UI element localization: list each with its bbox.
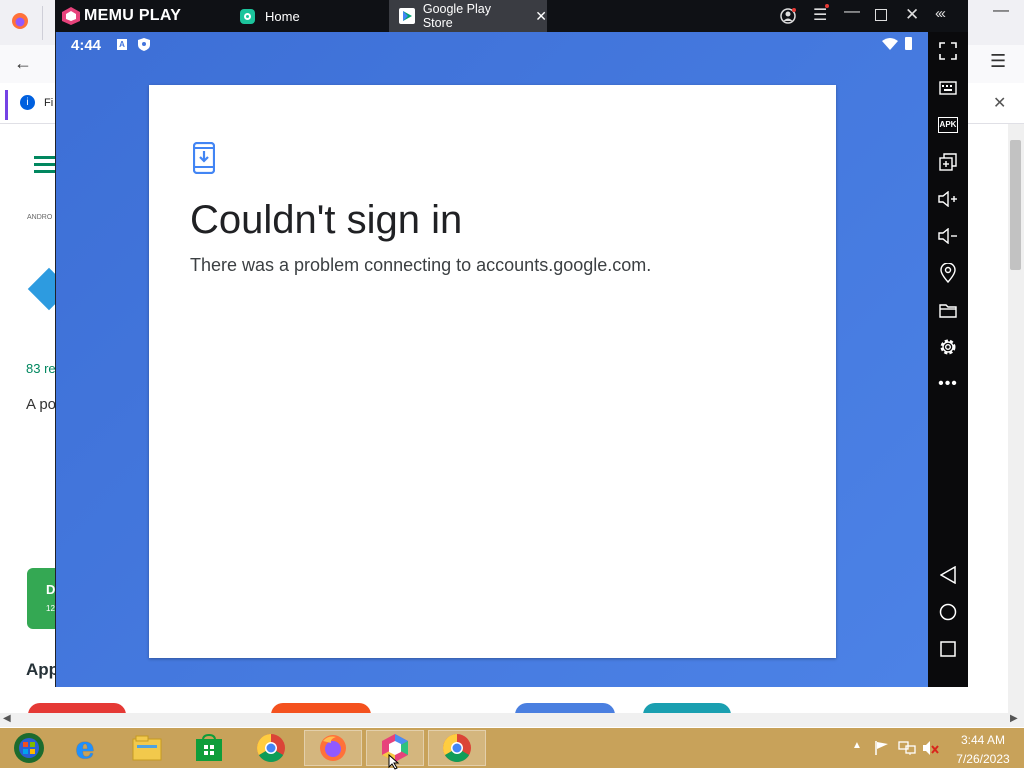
location-icon[interactable] [936, 261, 960, 285]
browser-minimize-button[interactable]: — [993, 2, 1009, 20]
notification-close-icon[interactable]: ✕ [993, 93, 1006, 113]
folder-icon[interactable] [936, 298, 960, 322]
notification-text: Fi [44, 97, 54, 109]
android-status-bar: 4:44 A [56, 32, 928, 58]
status-time: 4:44 [71, 37, 102, 54]
recents-icon[interactable] [936, 637, 960, 661]
maximize-icon[interactable] [875, 9, 887, 21]
volume-down-icon[interactable] [936, 224, 960, 248]
windows-start-icon[interactable] [0, 730, 58, 766]
memu-logo-icon [62, 7, 80, 25]
firefox-tab-icon [12, 13, 28, 29]
more-icon[interactable]: ••• [936, 372, 960, 396]
shield-icon [138, 38, 150, 51]
chrome-icon[interactable] [428, 730, 486, 766]
menu-icon[interactable]: ☰ [813, 5, 827, 25]
action-center-flag-icon[interactable] [874, 740, 890, 756]
browser-menu-icon[interactable]: ☰ [990, 51, 1006, 72]
windows-taskbar: e ▲ 3:44 AM 7/26/2023 [0, 728, 1024, 770]
tab-home[interactable]: Home [228, 0, 388, 32]
breadcrumb[interactable]: ANDRO [27, 214, 52, 221]
clock-time: 3:44 AM [960, 733, 1006, 747]
vertical-scrollbar-thumb[interactable] [1010, 140, 1021, 270]
android-screen: 4:44 A Couldn't sign in There was a prob… [56, 32, 928, 687]
memu-window: MEMU PLAY Home Google Play Store ✕ ☰ — ✕ [55, 0, 968, 687]
horizontal-scrollbar[interactable]: ◀ ▶ [0, 713, 1024, 727]
battery-icon [905, 37, 912, 50]
hamburger-menu-icon[interactable] [34, 156, 56, 159]
account-icon[interactable] [780, 8, 796, 24]
wifi-icon [882, 38, 898, 50]
phone-download-icon [193, 142, 215, 174]
firefox-icon[interactable] [304, 730, 362, 766]
dialog-message: There was a problem connecting to accoun… [190, 255, 652, 275]
reviews-count[interactable]: 83 re [26, 361, 56, 376]
network-icon[interactable] [898, 740, 916, 756]
tab-google-play-store[interactable]: Google Play Store ✕ [389, 0, 547, 32]
back-icon[interactable] [936, 563, 960, 587]
fullscreen-icon[interactable] [936, 39, 960, 63]
app-description: A po [26, 396, 57, 413]
dialog-title: Couldn't sign in [190, 198, 463, 242]
collapse-sidebar-icon[interactable]: ‹‹‹ [935, 5, 946, 22]
memu-brand: MEMU PLAY [84, 7, 182, 24]
multi-window-icon[interactable] [936, 150, 960, 174]
apk-icon[interactable]: APK [936, 113, 960, 137]
store-icon[interactable] [180, 730, 238, 766]
tab-close-icon[interactable]: ✕ [535, 8, 547, 25]
settings-icon[interactable] [936, 335, 960, 359]
memu-side-panel: APK ••• [928, 32, 968, 687]
chrome-icon[interactable] [242, 730, 300, 766]
home-icon[interactable] [936, 600, 960, 624]
memu-title-bar: MEMU PLAY Home Google Play Store ✕ ☰ — ✕ [55, 0, 968, 32]
internet-explorer-icon[interactable]: e [56, 730, 114, 766]
minimize-icon[interactable]: — [844, 3, 860, 21]
show-hidden-icons-icon[interactable]: ▲ [852, 740, 862, 751]
file-explorer-icon[interactable] [118, 730, 176, 766]
volume-up-icon[interactable] [936, 187, 960, 211]
info-icon: i [20, 95, 35, 110]
close-icon[interactable]: ✕ [905, 5, 919, 25]
volume-muted-icon[interactable] [922, 740, 940, 756]
notification-a-icon: A [117, 39, 127, 50]
clock-date: 7/26/2023 [956, 752, 1010, 766]
keyboard-icon[interactable] [936, 76, 960, 100]
sign-in-error-dialog: Couldn't sign in There was a problem con… [149, 85, 836, 658]
system-clock[interactable]: 3:44 AM 7/26/2023 [948, 733, 1018, 767]
home-app-icon [240, 8, 255, 24]
play-store-icon [399, 8, 415, 24]
browser-back-icon[interactable]: ← [14, 53, 32, 74]
